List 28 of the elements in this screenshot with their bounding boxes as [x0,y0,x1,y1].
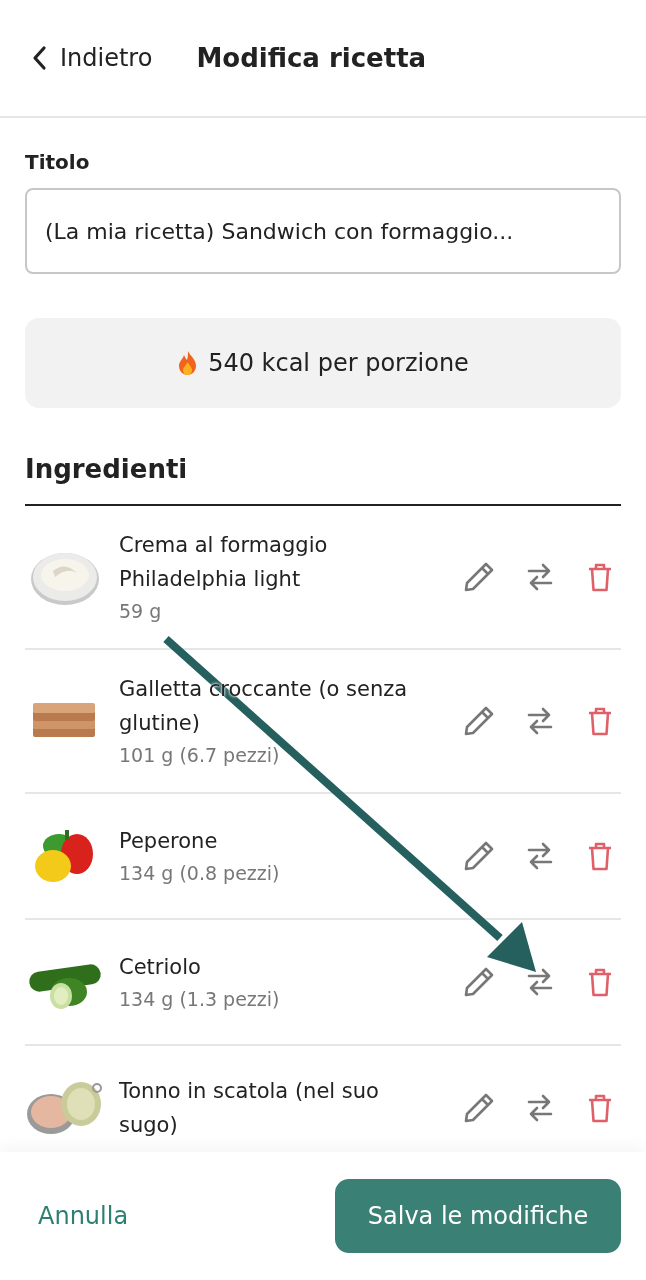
ingredient-amount: 134 g (0.8 pezzi) [119,861,281,886]
ingredient-name: Cetriolo [119,954,202,981]
pencil-icon[interactable] [463,966,495,998]
save-button[interactable]: Salva le modifiche [335,1179,621,1253]
pencil-icon[interactable] [463,1092,495,1124]
ingredient-amount: 101 g (6.7 pezzi) [119,743,281,768]
pencil-icon[interactable] [463,705,495,737]
swap-icon[interactable] [525,1092,555,1124]
swap-icon[interactable] [525,705,555,737]
swap-icon[interactable] [525,966,555,998]
back-button[interactable]: Indietro [32,44,153,72]
flame-icon [177,350,199,376]
calories-text: 540 kcal per porzione [208,349,469,377]
screen-title: Modifica ricetta [196,43,427,73]
swap-icon[interactable] [525,840,555,872]
pencil-icon[interactable] [463,561,495,593]
title-field[interactable]: (La mia ricetta) Sandwich con formaggio... [25,188,621,274]
ingredient-name: Tonno in scatola (nel suo sugo) [119,1078,380,1139]
ingredient-amount: 59 g [119,599,163,624]
pencil-icon[interactable] [463,840,495,872]
field-label: Titolo [25,150,91,174]
ingredient-name: Crema al formaggio Philadelphia light [119,532,329,593]
cancel-button[interactable]: Annulla [38,1202,129,1230]
ingredient-amount: 134 g (1.3 pezzi) [119,987,281,1012]
chevron-left-icon[interactable] [32,45,48,71]
section-heading: Ingredienti [25,454,621,506]
ingredient-name: Peperone [119,828,219,855]
swap-icon[interactable] [525,561,555,593]
